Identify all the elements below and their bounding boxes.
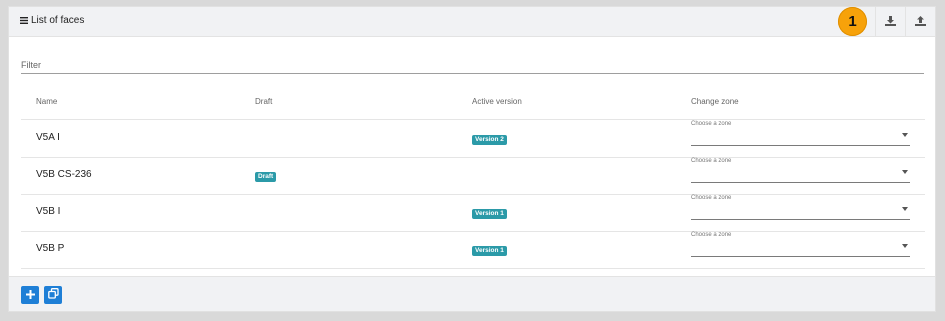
zone-select-placeholder: Choose a zone [691, 121, 732, 127]
column-header-draft: Draft [255, 97, 273, 106]
filter-input[interactable] [21, 57, 924, 74]
panel-footer [9, 276, 935, 311]
step-badge: 1 [838, 7, 867, 36]
column-header-name: Name [36, 97, 58, 106]
list-icon [20, 17, 28, 24]
table-row: V5B CS-236 Draft Choose a zone [21, 157, 925, 195]
column-header-active-version: Active version [472, 97, 522, 106]
version-badge: Version 2 [472, 135, 507, 145]
face-name: V5A I [36, 132, 60, 143]
upload-button[interactable] [905, 7, 935, 36]
duplicate-button[interactable] [44, 286, 62, 304]
add-icon [25, 288, 35, 302]
column-header-change-zone: Change zone [691, 97, 739, 106]
version-badge: Version 1 [472, 209, 507, 219]
chevron-down-icon [902, 170, 908, 174]
draft-badge: Draft [255, 172, 277, 182]
zone-select[interactable]: Choose a zone [691, 232, 910, 257]
chevron-down-icon [902, 207, 908, 211]
download-icon [885, 13, 896, 31]
upload-icon [915, 13, 926, 31]
chevron-down-icon [902, 244, 908, 248]
panel-header: List of faces 1 [9, 7, 935, 37]
zone-select[interactable]: Choose a zone [691, 121, 910, 146]
zone-select-placeholder: Choose a zone [691, 232, 732, 238]
panel-title: List of faces [20, 15, 84, 26]
chevron-down-icon [902, 133, 908, 137]
faces-panel: List of faces 1 Name Draft Active versio… [8, 6, 936, 312]
panel-title-text: List of faces [31, 15, 85, 26]
face-name: V5B I [36, 206, 61, 217]
download-button[interactable] [875, 7, 905, 36]
table-row: V5A I Version 2 Choose a zone [21, 120, 925, 158]
table-row: V5B P Version 1 Choose a zone [21, 231, 925, 269]
table-row: V5B I Version 1 Choose a zone [21, 194, 925, 232]
zone-select[interactable]: Choose a zone [691, 158, 910, 183]
zone-select-placeholder: Choose a zone [691, 195, 732, 201]
version-badge: Version 1 [472, 246, 507, 256]
add-button[interactable] [21, 286, 39, 304]
zone-select-placeholder: Choose a zone [691, 158, 732, 164]
duplicate-icon [47, 288, 59, 302]
face-name: V5B CS-236 [36, 169, 92, 180]
zone-select[interactable]: Choose a zone [691, 195, 910, 220]
face-name: V5B P [36, 243, 65, 254]
